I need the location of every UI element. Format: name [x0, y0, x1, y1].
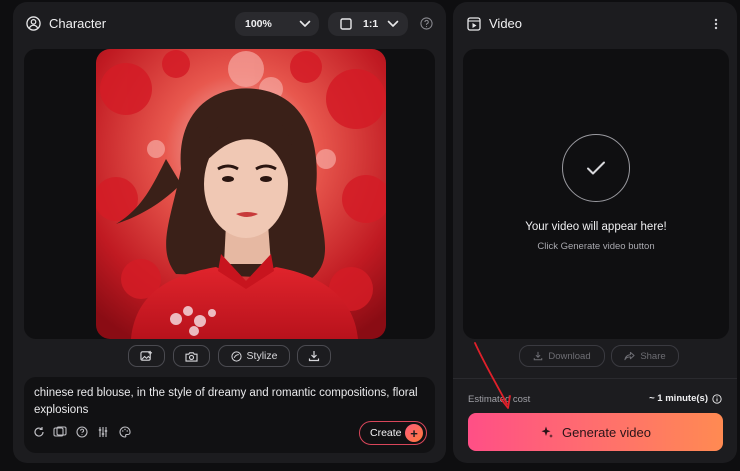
chevron-down-icon — [299, 20, 311, 28]
estimated-cost-label: Estimated cost — [468, 394, 531, 405]
video-preview-area: Your video will appear here! Click Gener… — [463, 49, 729, 339]
camera-icon — [185, 351, 198, 362]
generate-video-label: Generate video — [562, 424, 651, 440]
image-plus-icon — [140, 350, 153, 362]
stylize-label: Stylize — [246, 350, 278, 362]
divider — [453, 378, 737, 379]
info-icon[interactable] — [712, 393, 722, 404]
check-circle-icon — [562, 134, 630, 202]
stylize-button[interactable]: Stylize — [218, 345, 290, 367]
download-label: Download — [548, 350, 591, 362]
chevron-down-icon — [387, 20, 399, 28]
stylize-icon — [230, 350, 242, 362]
more-vertical-icon[interactable] — [714, 18, 718, 30]
sliders-icon[interactable] — [97, 426, 109, 438]
download-icon — [308, 350, 320, 362]
video-file-icon — [467, 16, 481, 31]
video-title: Video — [489, 16, 523, 31]
generate-video-button[interactable]: Generate video — [468, 413, 723, 451]
sparkle-icon — [540, 425, 554, 439]
ratio-value: 1:1 — [363, 18, 379, 30]
video-header: Video — [467, 16, 522, 31]
download-image-button[interactable] — [297, 345, 331, 367]
character-header: Character — [26, 16, 106, 31]
character-title: Character — [49, 16, 107, 31]
refresh-icon[interactable] — [33, 426, 45, 438]
zoom-value: 100% — [245, 18, 272, 30]
character-portrait[interactable] — [96, 49, 386, 339]
download-icon — [533, 351, 543, 361]
character-panel: Character 100% 1:1 Stylize chinese red b… — [13, 2, 446, 463]
user-circle-icon — [26, 16, 41, 31]
video-panel: Video Your video will appear here! Click… — [453, 2, 737, 463]
video-placeholder-title: Your video will appear here! — [525, 221, 667, 233]
camera-button[interactable] — [173, 345, 210, 367]
help-icon[interactable] — [420, 17, 433, 30]
zoom-select[interactable]: 100% — [235, 12, 319, 36]
share-icon — [624, 351, 635, 361]
image-upload-button[interactable] — [128, 345, 165, 367]
square-icon — [340, 18, 352, 30]
estimated-cost-text: ~ 1 minute(s) — [649, 393, 708, 404]
video-placeholder-hint: Click Generate video button — [537, 241, 655, 252]
character-image-area — [24, 49, 435, 339]
prompt-input[interactable]: chinese red blouse, in the style of drea… — [34, 385, 429, 419]
share-video-button[interactable]: Share — [611, 345, 679, 367]
share-label: Share — [640, 350, 666, 362]
image-prompt-icon[interactable] — [53, 426, 67, 438]
aspect-ratio-select[interactable]: 1:1 — [328, 12, 408, 36]
prompt-box[interactable]: chinese red blouse, in the style of drea… — [24, 377, 435, 453]
estimated-cost-value: ~ 1 minute(s) — [649, 393, 722, 404]
create-button[interactable]: Create + — [359, 421, 427, 445]
create-label: Create — [370, 427, 402, 439]
help-circle-icon[interactable] — [76, 426, 88, 438]
download-video-button[interactable]: Download — [519, 345, 605, 367]
palette-icon[interactable] — [119, 426, 131, 438]
plus-icon: + — [405, 424, 423, 442]
